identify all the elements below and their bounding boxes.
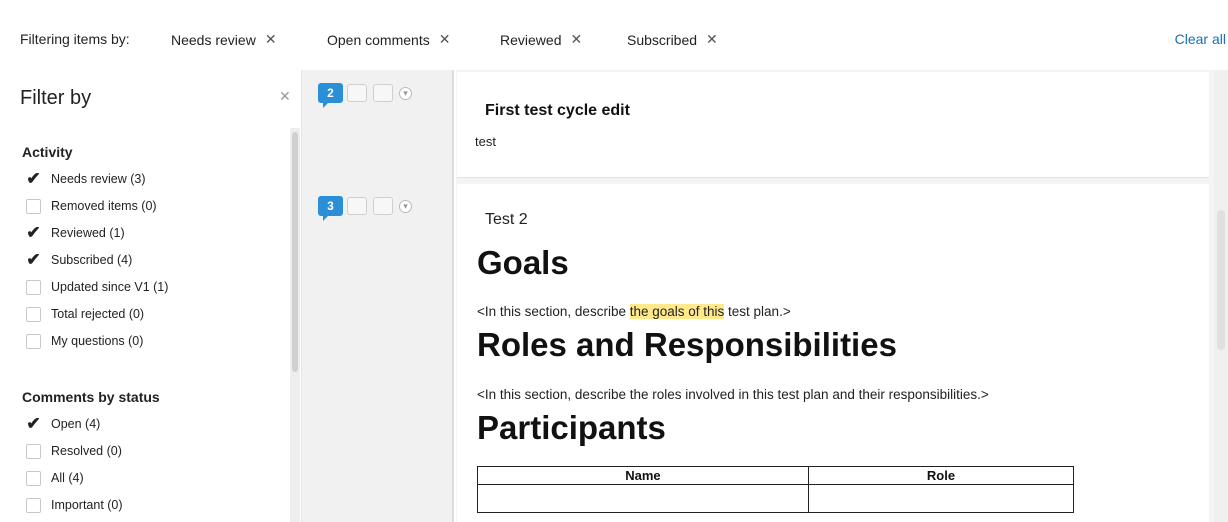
- comment-count-badge[interactable]: 2: [318, 83, 343, 108]
- table-header-row: Name Role: [477, 466, 1075, 485]
- checkbox[interactable]: ✔: [26, 414, 41, 433]
- checkbox-label: Removed items (0): [51, 199, 157, 213]
- filter-checkbox-total-rejected: Total rejected (0): [26, 304, 144, 324]
- highlighted-text[interactable]: the goals of this: [629, 304, 725, 319]
- document-area: First test cycle edit test Test 2 Goals …: [456, 70, 1228, 522]
- checkbox-label: Open (4): [51, 417, 101, 431]
- filter-checkbox-reviewed[interactable]: ✔ Reviewed (1): [26, 223, 125, 243]
- filter-chip-open-comments[interactable]: Open comments ✕: [327, 31, 450, 48]
- heading-goals: Goals: [477, 244, 569, 281]
- text-run: <In this section, describe: [477, 304, 630, 319]
- document-scrollbar[interactable]: [1214, 70, 1228, 522]
- filter-panel: Filter by ✕ Activity ✔ Needs review (3) …: [0, 70, 302, 522]
- section-heading-activity: Activity: [22, 144, 73, 160]
- item-action-box[interactable]: [373, 84, 393, 102]
- checkbox-label: Needs review (3): [51, 172, 146, 186]
- goals-paragraph: <In this section, describe the goals of …: [477, 304, 791, 319]
- section-heading-comments-by-status: Comments by status: [22, 389, 160, 405]
- filter-chip-needs-review[interactable]: Needs review ✕: [171, 31, 277, 48]
- item-subtitle: Test 2: [485, 211, 528, 228]
- item-title: First test cycle edit: [485, 102, 630, 119]
- filter-chip-label: Needs review: [171, 31, 256, 48]
- checkbox[interactable]: ✔: [26, 250, 41, 269]
- filter-checkbox-subscribed[interactable]: ✔ Subscribed (4): [26, 250, 132, 270]
- filter-panel-scrollbar[interactable]: [290, 128, 300, 522]
- filter-checkbox-open[interactable]: ✔ Open (4): [26, 414, 100, 434]
- item-menu-icon[interactable]: ▾: [399, 86, 412, 100]
- comment-count-badge[interactable]: 3: [318, 196, 343, 221]
- filter-bar: Filtering items by: Needs review ✕ Open …: [0, 0, 1228, 80]
- item-action-box[interactable]: [347, 197, 367, 215]
- item-actions-row: 2 ▾: [318, 83, 412, 108]
- filter-bar-label: Filtering items by:: [20, 31, 130, 47]
- checkbox: [26, 333, 41, 349]
- filter-checkbox-needs-review[interactable]: ✔ Needs review (3): [26, 169, 145, 189]
- filter-checkbox-my-questions: My questions (0): [26, 331, 143, 351]
- item-actions-row: 3 ▾: [318, 196, 412, 221]
- filter-chip-label: Subscribed: [627, 31, 698, 48]
- review-item[interactable]: Test 2 Goals <In this section, describe …: [457, 184, 1209, 522]
- filter-chip-subscribed[interactable]: Subscribed ✕: [627, 31, 718, 48]
- filter-checkbox-important: Important (0): [26, 495, 123, 515]
- table-cell: [807, 484, 1075, 513]
- scrollbar-thumb[interactable]: [1217, 210, 1225, 350]
- filter-chip-label: Open comments: [327, 31, 430, 48]
- remove-filter-icon[interactable]: ✕: [265, 31, 277, 48]
- checkbox-label: Subscribed (4): [51, 253, 133, 267]
- participants-table: Name Role: [477, 466, 1075, 513]
- review-item[interactable]: First test cycle edit test: [457, 72, 1209, 178]
- item-action-box[interactable]: [373, 197, 393, 215]
- filter-chip-label: Reviewed: [500, 31, 562, 48]
- filter-chip-reviewed[interactable]: Reviewed ✕: [500, 31, 582, 48]
- item-action-box[interactable]: [347, 84, 367, 102]
- filter-checkbox-all[interactable]: All (4): [26, 468, 84, 488]
- remove-filter-icon[interactable]: ✕: [439, 31, 451, 48]
- filter-panel-title: Filter by: [20, 87, 92, 109]
- column-header-name: Name: [477, 466, 809, 485]
- checkbox[interactable]: ✔: [26, 223, 41, 242]
- column-header-role: Role: [807, 466, 1075, 485]
- checkbox: [26, 443, 41, 459]
- item-menu-icon[interactable]: ▾: [399, 199, 412, 213]
- checkbox-label: All (4): [51, 471, 84, 485]
- checkbox-label: Resolved (0): [51, 444, 122, 458]
- checkbox-label: Total rejected (0): [51, 307, 145, 321]
- filter-checkbox-removed-items: Removed items (0): [26, 196, 157, 216]
- table-cell: [477, 484, 809, 513]
- checkbox[interactable]: ✔: [26, 169, 41, 188]
- checkbox-label: Reviewed (1): [51, 226, 125, 240]
- close-icon[interactable]: ✕: [279, 88, 291, 105]
- table-row: [477, 484, 1075, 513]
- checkbox[interactable]: [26, 470, 41, 486]
- checkbox: [26, 497, 41, 513]
- checkbox[interactable]: [26, 279, 41, 295]
- checkbox: [26, 306, 41, 322]
- item-gutter: 2 ▾ 3 ▾: [302, 70, 454, 522]
- checkbox: [26, 198, 41, 214]
- checkbox-label: Important (0): [51, 498, 123, 512]
- checkbox-label: My questions (0): [51, 334, 144, 348]
- roles-paragraph: <In this section, describe the roles inv…: [477, 387, 989, 402]
- filter-checkbox-resolved: Resolved (0): [26, 441, 122, 461]
- remove-filter-icon[interactable]: ✕: [706, 31, 718, 48]
- text-run: test plan.>: [724, 304, 791, 319]
- heading-participants: Participants: [477, 409, 666, 446]
- filter-checkbox-updated-since[interactable]: Updated since V1 (1): [26, 277, 168, 297]
- clear-all-link[interactable]: Clear all: [1175, 31, 1226, 47]
- remove-filter-icon[interactable]: ✕: [570, 31, 582, 48]
- checkbox-label: Updated since V1 (1): [51, 280, 169, 294]
- scrollbar-thumb[interactable]: [292, 132, 298, 372]
- heading-roles: Roles and Responsibilities: [477, 326, 897, 363]
- item-body: test: [475, 134, 496, 149]
